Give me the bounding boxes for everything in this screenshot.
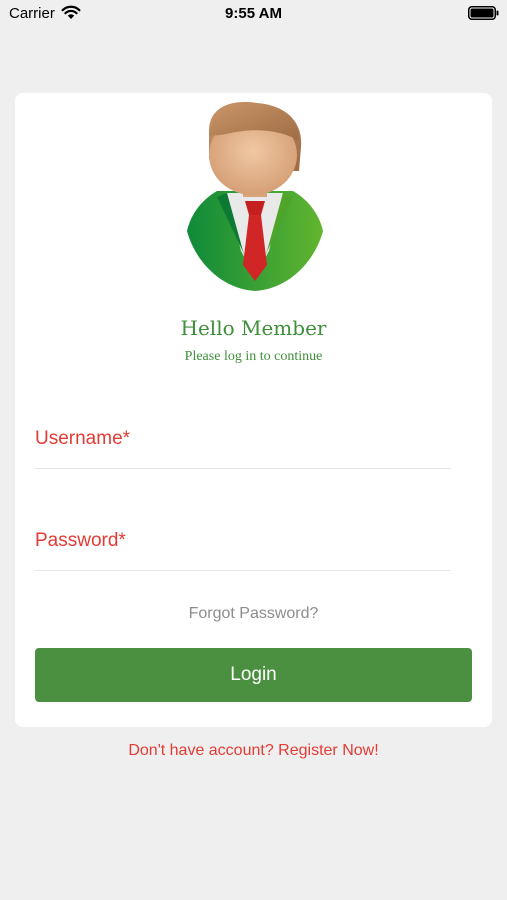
- username-label: Username*: [35, 428, 131, 449]
- login-card: Hello Member Please log in to continue U…: [15, 93, 492, 727]
- greeting-subtitle: Please log in to continue: [184, 349, 323, 364]
- greeting-title: Hello Member: [180, 316, 327, 340]
- password-label: Password*: [35, 530, 126, 551]
- battery-icon: [468, 6, 499, 20]
- login-button[interactable]: Login: [35, 648, 472, 702]
- register-link[interactable]: Don't have account? Register Now!: [0, 742, 507, 760]
- password-field[interactable]: Password*: [35, 522, 451, 571]
- username-field[interactable]: Username*: [35, 420, 451, 469]
- forgot-password-link[interactable]: Forgot Password?: [15, 605, 492, 623]
- status-time: 9:55 AM: [225, 5, 282, 22]
- member-avatar-icon: [187, 102, 323, 291]
- status-bar: Carrier 9:55 AM: [0, 0, 507, 28]
